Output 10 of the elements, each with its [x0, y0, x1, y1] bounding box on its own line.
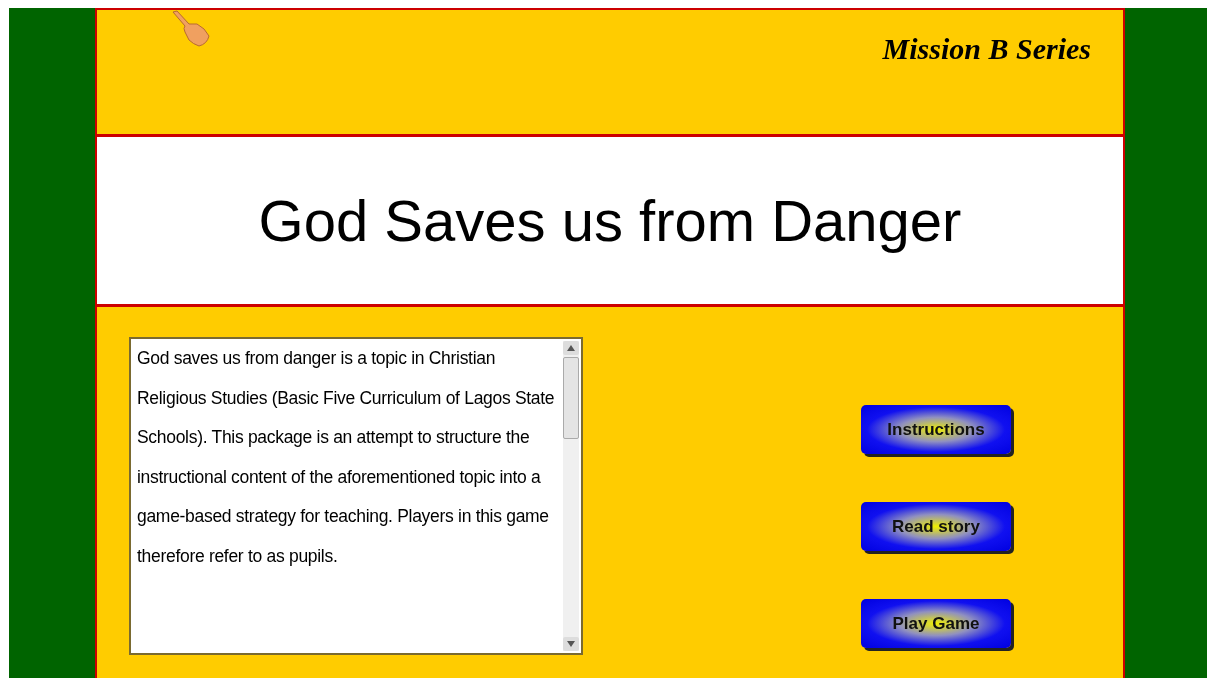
- menu-button[interactable]: Instructions: [861, 405, 1011, 454]
- menu-button[interactable]: Play Game: [861, 599, 1011, 648]
- menu-button[interactable]: Read story: [861, 502, 1011, 551]
- description-text-box[interactable]: [129, 337, 583, 655]
- description-text: God saves us from danger is a topic in Christian Religious Studies (Basic Five Curriculum of Lagos State Schools). This package is an attempt to structure the instructional content of the aforementioned topic into a game-based strategy for teaching. Players in this game therefore refer to as pupils.: [136, 347, 556, 568]
- series-title: Mission B Series: [882, 32, 1091, 67]
- scroll-down-icon[interactable]: [563, 637, 579, 651]
- scroll-up-icon[interactable]: [563, 341, 579, 355]
- scrollbar[interactable]: [563, 341, 579, 651]
- page-title: God Saves us from Danger: [258, 187, 962, 254]
